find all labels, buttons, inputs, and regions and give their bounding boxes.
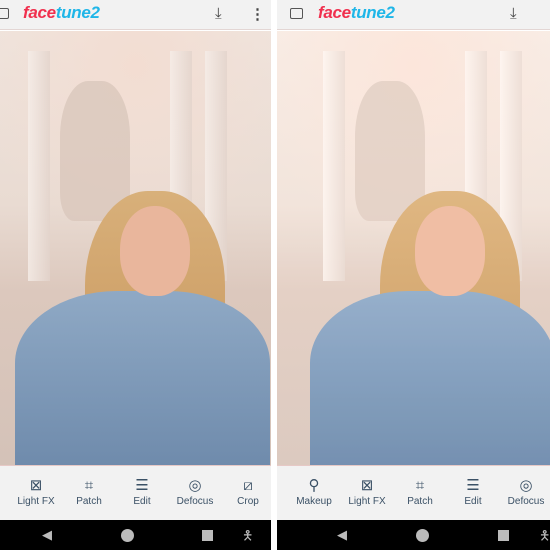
sliders-icon: ☰ xyxy=(466,477,480,494)
tool-bar: ◦ ⊠Light FX ⌗Patch ☰Edit ◎Defocus ⧄Crop xyxy=(0,465,271,520)
download-icon[interactable]: ⤓ xyxy=(510,5,517,22)
tool-bar: ⚲ Makeup ⊠ Light FX ⌗ Patch ☰ Edit ◎ Defocus xyxy=(277,465,550,520)
tool-patch[interactable]: ⌗ Patch xyxy=(392,476,448,507)
app-header: facetune2 ⤓ ⋮ xyxy=(0,0,271,30)
light-fx-icon: ⊠ xyxy=(360,477,374,494)
home-icon[interactable] xyxy=(416,529,429,542)
gallery-icon[interactable] xyxy=(290,8,303,19)
sliders-icon: ☰ xyxy=(135,477,149,494)
crop-icon: ⧄ xyxy=(243,477,253,494)
recents-icon[interactable] xyxy=(498,530,509,541)
tool-light-fx[interactable]: ⊠ Light FX xyxy=(8,476,64,507)
facetune-logo: facetune2 xyxy=(23,3,100,22)
android-nav-bar: ◀ 🯅 xyxy=(0,520,271,550)
accessibility-icon[interactable]: 🯅 xyxy=(539,527,550,549)
makeup-icon: ⚲ xyxy=(308,477,320,494)
photo-canvas[interactable] xyxy=(0,31,271,471)
tool-edit[interactable]: ☰ Edit xyxy=(445,476,501,507)
tool-light-fx[interactable]: ⊠ Light FX xyxy=(339,476,395,507)
app-header: facetune2 ⤓ ⋮ xyxy=(277,0,550,30)
more-vertical-icon[interactable]: ⋮ xyxy=(250,5,265,23)
facetune-logo: facetune2 xyxy=(318,3,395,22)
back-icon[interactable]: ◀ xyxy=(42,527,52,543)
tool-defocus[interactable]: ◎ Defocus xyxy=(498,476,550,507)
android-nav-bar: ◀ 🯅 xyxy=(277,520,550,550)
accessibility-icon[interactable]: 🯅 xyxy=(242,527,253,549)
defocus-icon: ◎ xyxy=(188,477,202,494)
patch-icon: ⌗ xyxy=(84,477,94,494)
defocus-icon: ◎ xyxy=(519,477,533,494)
tool-edit[interactable]: ☰ Edit xyxy=(114,476,170,507)
tool-patch[interactable]: ⌗ Patch xyxy=(61,476,117,507)
tool-defocus[interactable]: ◎ Defocus xyxy=(167,476,223,507)
more-vertical-icon[interactable]: ⋮ xyxy=(545,5,550,23)
phone-screen-after: facetune2 ⤓ ⋮ ⚲Makeup ⊠Light FX ⌗Patch ☰… xyxy=(277,0,550,550)
photo-canvas[interactable] xyxy=(277,31,550,471)
phone-screen-before: facetune2 ⤓ ⋮ ◦ ⊠Light FX ⌗Patch ☰Edit ◎… xyxy=(0,0,271,550)
download-icon[interactable]: ⤓ xyxy=(215,5,222,22)
patch-icon: ⌗ xyxy=(415,477,425,494)
light-fx-icon: ⊠ xyxy=(29,477,43,494)
back-icon[interactable]: ◀ xyxy=(337,527,347,543)
gallery-icon[interactable] xyxy=(0,8,9,19)
home-icon[interactable] xyxy=(121,529,134,542)
tool-makeup[interactable]: ⚲ Makeup xyxy=(286,476,342,507)
tool-crop[interactable]: ⧄ Crop xyxy=(220,476,271,507)
recents-icon[interactable] xyxy=(202,530,213,541)
